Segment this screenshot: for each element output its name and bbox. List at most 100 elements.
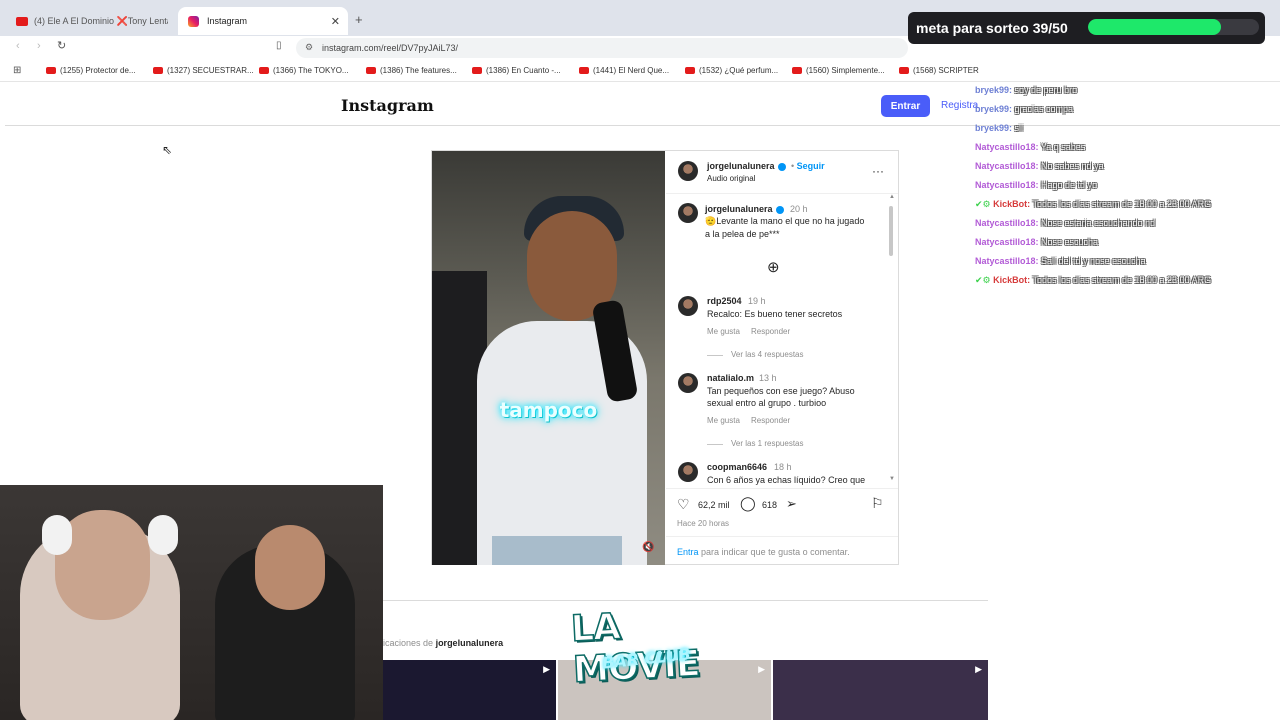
reel-video[interactable]: tampoco bbox=[432, 151, 665, 565]
forward-icon[interactable]: › bbox=[37, 40, 41, 52]
save-icon[interactable]: ⚐ bbox=[871, 495, 884, 512]
bookmark-item[interactable]: (1568) SCRIPTER bbox=[899, 66, 979, 75]
comment-user[interactable]: coopman6646 bbox=[707, 462, 767, 472]
bookmark-item[interactable]: (1327) SECUESTRAR... bbox=[153, 66, 254, 75]
bookmark-item[interactable]: (1532) ¿Qué perfum... bbox=[685, 66, 778, 75]
reload-icon[interactable]: ↻ bbox=[57, 39, 66, 52]
bookmark-item[interactable]: (1255) Protector de... bbox=[46, 66, 136, 75]
chat-message: Natycastillo18: Hago de td yo bbox=[975, 180, 1097, 190]
login-link[interactable]: Entra bbox=[677, 547, 699, 557]
caption-author[interactable]: jorgelunalunera bbox=[705, 204, 784, 214]
comment-text: Con 6 años ya echas líquido? Creo que bbox=[707, 475, 866, 485]
reply-link[interactable]: Responder bbox=[751, 416, 790, 425]
address-bar[interactable]: ⚙ instagram.com/reel/DV7pyJAiL73/ bbox=[296, 38, 908, 58]
goal-progress-bar bbox=[1088, 19, 1259, 35]
comment-time: 18 h bbox=[774, 462, 792, 472]
chat-message: Natycastillo18: Ya q sabes bbox=[975, 142, 1085, 152]
bookmark-item[interactable]: (1386) En Cuanto -... bbox=[472, 66, 561, 75]
chat-text: Hago de td yo bbox=[1038, 180, 1098, 190]
youtube-icon bbox=[579, 67, 589, 74]
comment-user[interactable]: natalialo.m bbox=[707, 373, 754, 383]
chat-message: ✔⚙ KickBot: Todos los dias stream de 18:… bbox=[975, 275, 1211, 286]
apps-grid-icon[interactable]: ⊞ bbox=[13, 65, 21, 76]
scrollbar-thumb[interactable] bbox=[889, 206, 893, 256]
bookmark-icon[interactable]: ▯ bbox=[276, 40, 282, 51]
comment-user[interactable]: rdp2504 bbox=[707, 296, 742, 306]
verified-icon bbox=[777, 162, 786, 171]
register-link[interactable]: Registra bbox=[941, 100, 978, 111]
chat-text: Todos los dias stream de 18:00 a 23:00 A… bbox=[1030, 275, 1212, 285]
verified-icon bbox=[775, 205, 784, 214]
youtube-icon bbox=[472, 67, 482, 74]
chat-username[interactable]: KickBot: bbox=[993, 199, 1030, 209]
post-author[interactable]: jorgelunalunera bbox=[707, 161, 786, 171]
follow-link[interactable]: • Seguir bbox=[791, 161, 825, 171]
avatar[interactable] bbox=[678, 296, 698, 316]
scroll-down-icon[interactable]: ▼ bbox=[889, 476, 895, 482]
youtube-icon bbox=[899, 67, 909, 74]
youtube-icon bbox=[16, 16, 28, 26]
mouse-cursor-icon: ⇖ bbox=[162, 143, 173, 157]
chat-username[interactable]: bryek99: bbox=[975, 85, 1012, 95]
youtube-icon bbox=[46, 67, 56, 74]
new-tab-icon[interactable]: + bbox=[355, 12, 363, 27]
view-replies-link[interactable]: Ver las 1 respuestas bbox=[731, 439, 803, 448]
mute-icon[interactable]: 🔇 bbox=[642, 542, 654, 553]
share-icon[interactable]: ➢ bbox=[786, 496, 797, 512]
back-icon[interactable]: ‹ bbox=[16, 40, 20, 52]
caption-text: a la pelea de pe*** bbox=[705, 229, 780, 239]
chat-message: bryek99: soy de peru bro bbox=[975, 85, 1077, 95]
tab-label: (4) Ele A El Dominio ❌Tony Lenta - bbox=[34, 15, 168, 26]
chat-username[interactable]: Natycastillo18: bbox=[975, 161, 1039, 171]
chat-username[interactable]: bryek99: bbox=[975, 104, 1012, 114]
chat-message: Natycastillo18: No sabes nd ya bbox=[975, 161, 1104, 171]
caption-time: 20 h bbox=[790, 204, 808, 214]
like-comment-link[interactable]: Me gusta bbox=[707, 416, 740, 425]
chat-username[interactable]: Natycastillo18: bbox=[975, 218, 1039, 228]
load-more-icon[interactable]: ⊕ bbox=[767, 258, 780, 276]
chat-message: bryek99: gracias compa bbox=[975, 104, 1073, 114]
bookmark-item[interactable]: (1386) The features... bbox=[366, 66, 457, 75]
instagram-logo[interactable]: Instagram bbox=[341, 96, 434, 115]
tab-instagram[interactable]: Instagram ✕ bbox=[178, 7, 348, 35]
chat-message: ✔⚙ KickBot: Todos los dias stream de 18:… bbox=[975, 199, 1211, 210]
scroll-up-icon[interactable]: ▲ bbox=[889, 194, 895, 200]
avatar[interactable] bbox=[678, 161, 698, 181]
site-info-icon[interactable]: ⚙ bbox=[305, 42, 313, 53]
chat-username[interactable]: Natycastillo18: bbox=[975, 180, 1039, 190]
post-date: Hace 20 horas bbox=[677, 519, 730, 528]
chat-message: Natycastillo18: Nose estaria escuchando … bbox=[975, 218, 1155, 228]
section-divider bbox=[383, 600, 988, 601]
bookmark-item[interactable]: (1441) El Nerd Que... bbox=[579, 66, 669, 75]
more-options-icon[interactable]: ··· bbox=[872, 164, 884, 178]
comment-icon[interactable]: ◯ bbox=[740, 495, 756, 512]
chat-text: No sabes nd ya bbox=[1038, 161, 1104, 171]
chat-text: soy de peru bro bbox=[1012, 85, 1078, 95]
avatar[interactable] bbox=[678, 462, 698, 482]
reply-link[interactable]: Responder bbox=[751, 327, 790, 336]
instagram-header bbox=[5, 88, 1280, 126]
chat-username[interactable]: Natycastillo18: bbox=[975, 256, 1039, 266]
goal-progress-fill bbox=[1088, 19, 1222, 35]
avatar[interactable] bbox=[678, 203, 698, 223]
youtube-icon bbox=[792, 67, 802, 74]
chat-username[interactable]: Natycastillo18: bbox=[975, 237, 1039, 247]
comment-text: sexual entro al grupo . turbioo bbox=[707, 398, 827, 408]
reel-icon: ▶ bbox=[758, 664, 765, 674]
chat-username[interactable]: KickBot: bbox=[993, 275, 1030, 285]
heart-icon[interactable]: ♡ bbox=[677, 496, 690, 513]
bookmark-item[interactable]: (1366) The TOKYO... bbox=[259, 66, 349, 75]
bookmark-item[interactable]: (1560) Simplemente... bbox=[792, 66, 885, 75]
close-tab-icon[interactable]: ✕ bbox=[331, 15, 340, 28]
avatar[interactable] bbox=[678, 373, 698, 393]
audio-label[interactable]: Audio original bbox=[707, 174, 755, 183]
post-thumbnail[interactable]: ▶ bbox=[383, 660, 556, 720]
post-thumbnail[interactable]: ▶ bbox=[773, 660, 988, 720]
chat-username[interactable]: Natycastillo18: bbox=[975, 142, 1039, 152]
chat-username[interactable]: bryek99: bbox=[975, 123, 1012, 133]
login-button[interactable]: Entrar bbox=[881, 95, 930, 117]
chat-text: Sali del td y nose escucha bbox=[1038, 256, 1146, 266]
view-replies-link[interactable]: Ver las 4 respuestas bbox=[731, 350, 803, 359]
tab-youtube[interactable]: (4) Ele A El Dominio ❌Tony Lenta - bbox=[6, 7, 178, 35]
like-comment-link[interactable]: Me gusta bbox=[707, 327, 740, 336]
